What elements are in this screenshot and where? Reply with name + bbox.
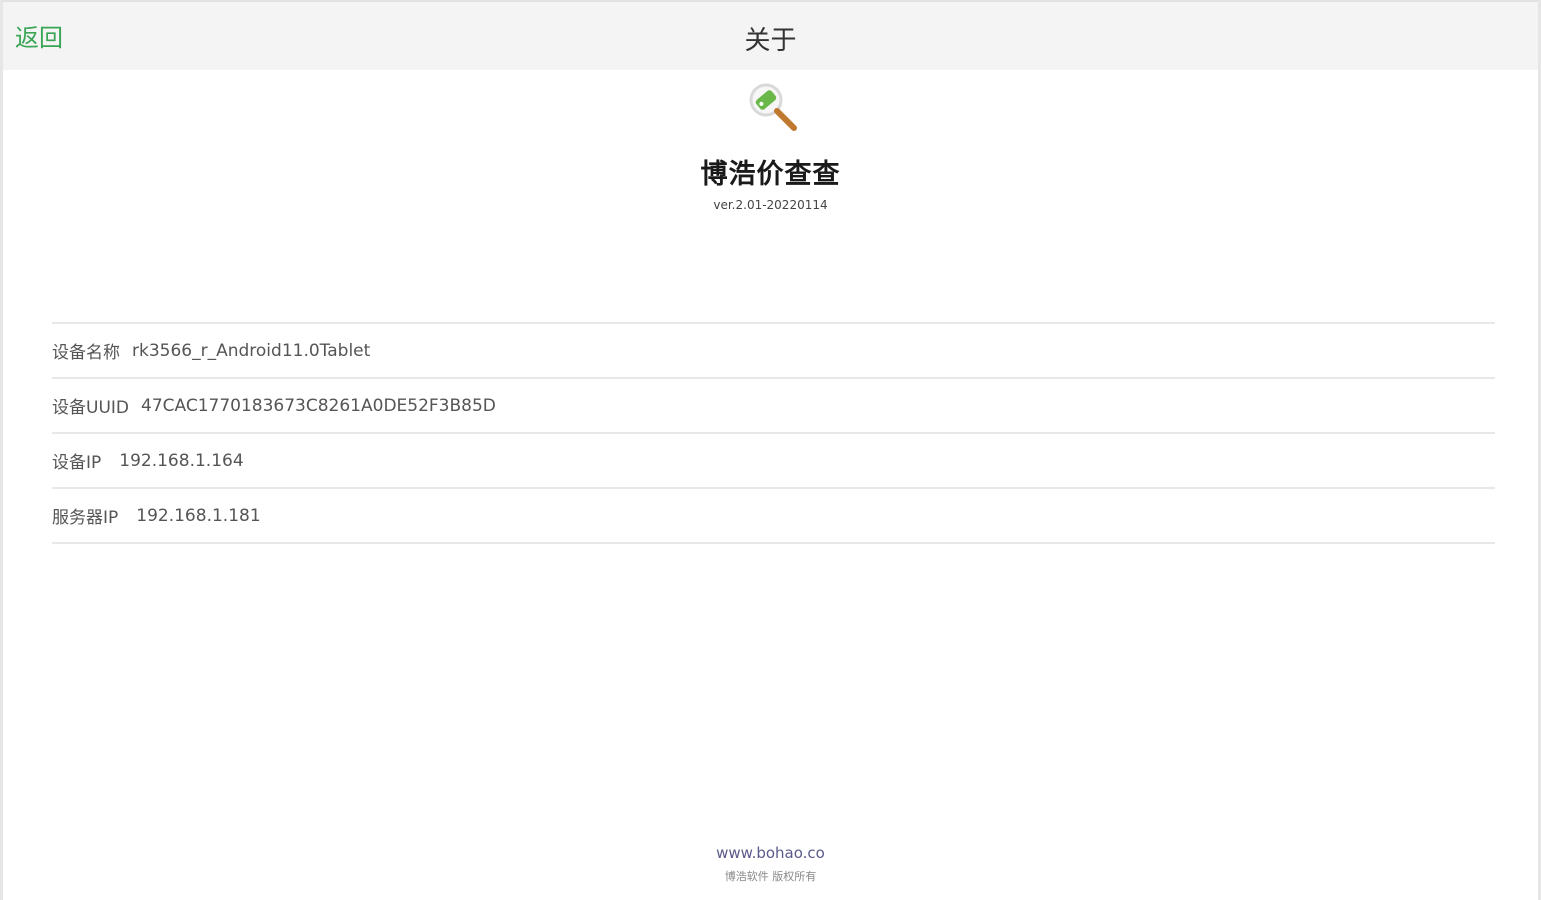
info-row-device-name: 设备名称 rk3566_r_Android11.0Tablet (52, 324, 1495, 379)
about-page: 返回 关于 博浩价查查 ver.2.01-20220114 设备名称 rk356… (0, 0, 1541, 900)
magnifier-tag-icon (749, 83, 797, 131)
server-ip-label: 服务器IP (52, 508, 119, 528)
website-link[interactable]: www.bohao.co (716, 844, 825, 862)
device-ip-value: 192.168.1.164 (119, 450, 244, 471)
app-name: 博浩价查查 (700, 159, 841, 190)
device-name-value: rk3566_r_Android11.0Tablet (132, 340, 371, 361)
device-uuid-label: 设备UUID (52, 398, 129, 418)
info-row-device-uuid: 设备UUID 47CAC1770183673C8261A0DE52F3B85D (52, 379, 1495, 434)
info-row-server-ip: 服务器IP 192.168.1.181 (52, 489, 1495, 544)
device-ip-label: 设备IP (52, 453, 102, 473)
page-title: 关于 (744, 26, 797, 56)
top-bar: 返回 关于 (3, 0, 1538, 70)
device-info-list: 设备名称 rk3566_r_Android11.0Tablet 设备UUID 4… (52, 322, 1495, 544)
copyright-text: 博浩软件 版权所有 (724, 870, 817, 883)
device-uuid-value: 47CAC1770183673C8261A0DE52F3B85D (141, 395, 496, 416)
info-row-device-ip: 设备IP 192.168.1.164 (52, 434, 1495, 489)
app-version: ver.2.01-20220114 (713, 198, 828, 212)
device-name-label: 设备名称 (52, 343, 120, 363)
server-ip-value: 192.168.1.181 (136, 505, 261, 526)
footer: www.bohao.co 博浩软件 版权所有 (3, 843, 1538, 884)
